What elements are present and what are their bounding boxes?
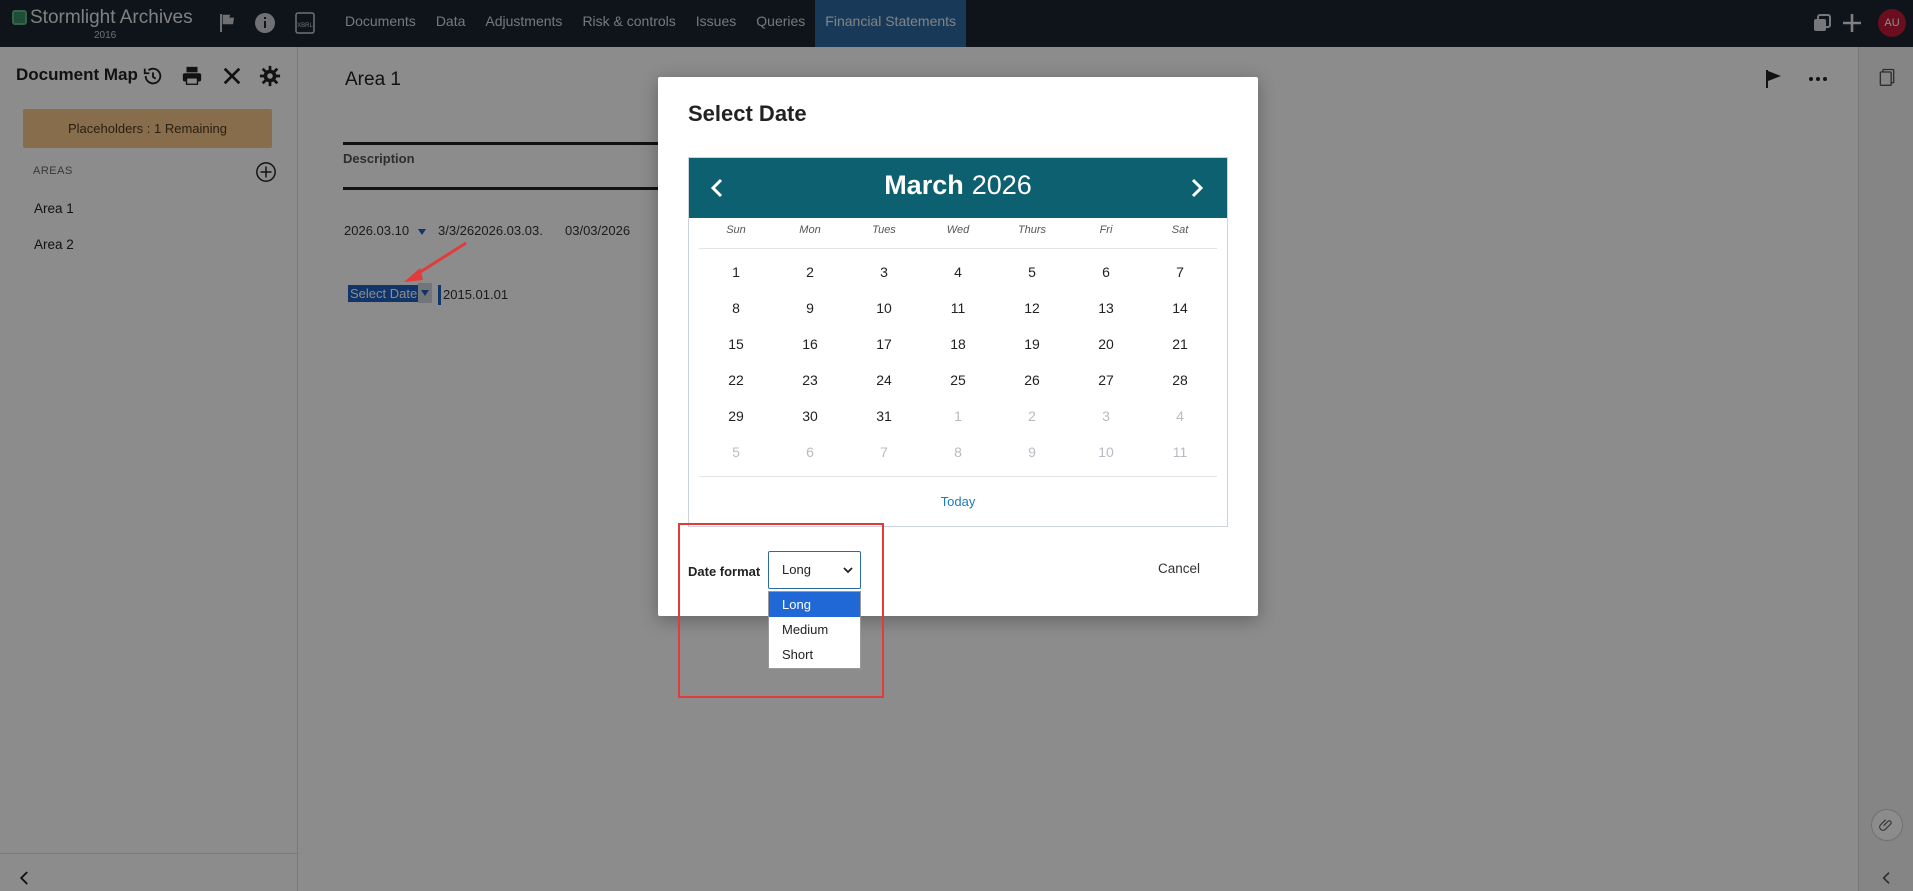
calendar-month-year: March 2026 — [689, 170, 1227, 201]
calendar-day[interactable]: 20 — [1069, 326, 1143, 362]
weekday-label: Wed — [946, 224, 970, 236]
annotation-arrow — [404, 241, 467, 282]
weekday-label: Mon — [799, 224, 821, 236]
calendar-day[interactable]: 11 — [1143, 434, 1217, 470]
calendar-day[interactable]: 15 — [699, 326, 773, 362]
weekday-label: Tues — [872, 224, 896, 236]
calendar-day[interactable]: 3 — [847, 254, 921, 290]
calendar-day[interactable]: 27 — [1069, 362, 1143, 398]
calendar-day[interactable]: 3 — [1069, 398, 1143, 434]
calendar-day[interactable]: 6 — [1069, 254, 1143, 290]
calendar-day[interactable]: 19 — [995, 326, 1069, 362]
calendar-day[interactable]: 9 — [995, 434, 1069, 470]
calendar-day[interactable]: 28 — [1143, 362, 1217, 398]
weekday-label: Thurs — [1017, 224, 1047, 236]
calendar-day[interactable]: 9 — [773, 290, 847, 326]
calendar-day[interactable]: 10 — [847, 290, 921, 326]
calendar-divider — [699, 476, 1217, 477]
calendar-day[interactable]: 1 — [699, 254, 773, 290]
calendar-day[interactable]: 29 — [699, 398, 773, 434]
dialog-title: Select Date — [688, 101, 807, 126]
calendar-day[interactable]: 2 — [773, 254, 847, 290]
weekday-header-row: Sun Mon Tues Wed Thurs Fri Sat — [699, 224, 1217, 249]
today-link[interactable]: Today — [689, 494, 1227, 509]
calendar-day[interactable]: 24 — [847, 362, 921, 398]
calendar-day[interactable]: 4 — [921, 254, 995, 290]
calendar-day[interactable]: 22 — [699, 362, 773, 398]
calendar-day-grid: 1 2 3 4 5 6 7 8 9 10 11 12 13 14 15 16 17 18 19 20 21 22 23 24 2… — [699, 254, 1217, 470]
calendar-day[interactable]: 14 — [1143, 290, 1217, 326]
calendar-month: March — [884, 170, 964, 200]
calendar-day[interactable]: 2 — [995, 398, 1069, 434]
weekday-label: Fri — [1099, 224, 1113, 236]
calendar-day[interactable]: 13 — [1069, 290, 1143, 326]
calendar-day[interactable]: 5 — [699, 434, 773, 470]
calendar-day[interactable]: 18 — [921, 326, 995, 362]
calendar-day[interactable]: 8 — [921, 434, 995, 470]
calendar-day[interactable]: 31 — [847, 398, 921, 434]
calendar-day[interactable]: 17 — [847, 326, 921, 362]
calendar-day[interactable]: 30 — [773, 398, 847, 434]
annotation-highlight-box — [678, 523, 884, 698]
calendar-header: March 2026 — [689, 158, 1227, 218]
calendar-year: 2026 — [971, 170, 1032, 200]
calendar-day[interactable]: 1 — [921, 398, 995, 434]
calendar-day[interactable]: 5 — [995, 254, 1069, 290]
calendar-day[interactable]: 8 — [699, 290, 773, 326]
calendar-day[interactable]: 25 — [921, 362, 995, 398]
calendar-day[interactable]: 7 — [847, 434, 921, 470]
calendar-day[interactable]: 6 — [773, 434, 847, 470]
calendar-day[interactable]: 10 — [1069, 434, 1143, 470]
calendar-day[interactable]: 21 — [1143, 326, 1217, 362]
chevron-right-icon[interactable] — [1183, 174, 1211, 202]
calendar-day[interactable]: 16 — [773, 326, 847, 362]
calendar-day[interactable]: 12 — [995, 290, 1069, 326]
calendar-day[interactable]: 11 — [921, 290, 995, 326]
weekday-label: Sun — [726, 224, 746, 236]
calendar-day[interactable]: 23 — [773, 362, 847, 398]
weekday-label: Sat — [1171, 224, 1189, 236]
calendar-day[interactable]: 7 — [1143, 254, 1217, 290]
calendar: March 2026 Sun Mon Tues Wed Thurs Fri Sat… — [688, 157, 1228, 527]
calendar-day[interactable]: 26 — [995, 362, 1069, 398]
calendar-day[interactable]: 4 — [1143, 398, 1217, 434]
cancel-button[interactable]: Cancel — [1158, 561, 1200, 576]
